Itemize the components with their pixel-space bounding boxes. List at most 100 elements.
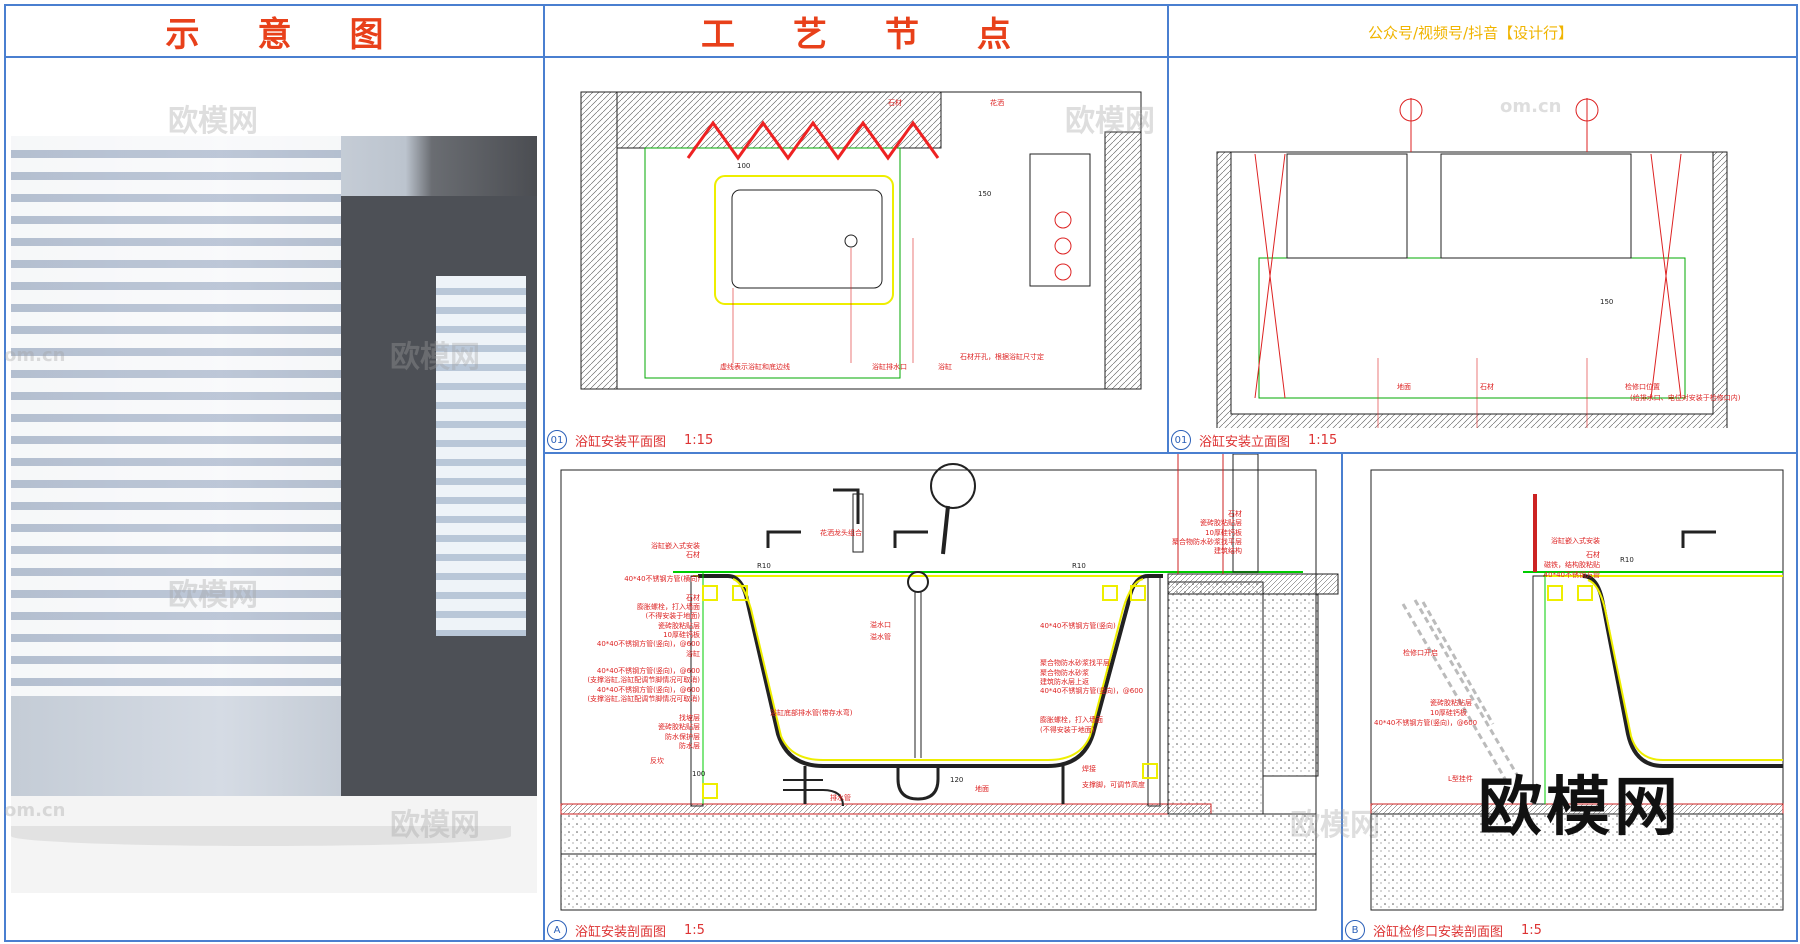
sec-right-3: 聚合物防水砂浆找平层 <box>1172 537 1242 546</box>
caption-access: B 浴缸检修口安装剖面图 1:5 <box>1345 920 1542 940</box>
sec-mid-4: 排水管 <box>830 794 851 802</box>
sec-left-2: 40*40不锈钢方管(横向) <box>624 574 700 583</box>
plan-drain <box>844 234 858 248</box>
watermark-photo-3: 欧模网 <box>168 578 258 613</box>
plan-label-tub: 浴缸 <box>938 363 952 371</box>
elev-label-stone: 石材 <box>1480 383 1494 391</box>
sec-dim-120: 120 <box>950 776 964 784</box>
sec-right-6: 聚合物防水砂浆找平层 <box>1040 659 1110 668</box>
acc-label-7: 40*40不锈钢方管(竖向)，@600 <box>1374 719 1478 727</box>
caption-elevation-scale: 1:15 <box>1308 432 1338 448</box>
caption-access-scale: 1:5 <box>1521 922 1542 938</box>
plan-label-dashed: 虚线表示浴缸和底边线 <box>720 363 790 371</box>
plan-valve-1 <box>1054 211 1072 229</box>
plan-valve-3 <box>1054 263 1072 281</box>
sec-right-9: 40*40不锈钢方管(竖向)，@600 <box>1040 687 1144 696</box>
sec-mid-6: 焊接 <box>1082 765 1096 773</box>
plan-tub-outer <box>714 175 894 305</box>
sec-handle-right <box>893 530 928 548</box>
sec-right-0: 石材 <box>1228 510 1242 518</box>
caption-plan-number: 01 <box>547 430 567 450</box>
sec-overflow-pipe <box>914 592 922 758</box>
sec-right-7: 聚合物防水砂浆 <box>1040 668 1089 677</box>
plan-niche <box>1029 153 1091 287</box>
sec-block-1 <box>702 585 718 601</box>
sec-left-12: 40*40不锈钢方管(竖向)，@600 <box>596 685 700 694</box>
acc-labels-top: 浴缸嵌入式安装 石材 磁铁，结构胶粘贴 40*40不锈钢方管 <box>1420 536 1600 580</box>
sec-left-15: 瓷砖胶粘贴层 <box>658 723 700 732</box>
watermark-photo-4: 欧模网 <box>390 808 480 843</box>
sec-left-17: 防水层 <box>679 742 700 751</box>
sec-drain-trap <box>896 766 940 801</box>
header-process-node: 工艺节点 <box>701 14 1069 55</box>
acc-label-3: 40*40不锈钢方管 <box>1543 571 1600 579</box>
sec-right-labels-2: 40*40不锈钢方管(竖向) 聚合物防水砂浆找平层 聚合物防水砂浆 建筑防水层上… <box>1040 622 1180 735</box>
plan-label-opening: 石材开孔，根据浴缸尺寸定 <box>960 353 1044 361</box>
sec-handle-left <box>766 530 801 548</box>
elev-label-floor: 地面 <box>1397 383 1411 391</box>
acc-block-1 <box>1547 585 1563 601</box>
acc-dim-r10: R10 <box>1620 556 1634 564</box>
sec-right-top <box>1167 573 1339 595</box>
watermark-brand-large: 欧模网 <box>1478 771 1682 845</box>
caption-elevation-number: 01 <box>1171 430 1191 450</box>
elev-label-access: 检修口位置 <box>1625 383 1660 391</box>
sec-left-13: (支撑浴缸,浴缸配调节脚情况可取消) <box>587 694 700 703</box>
plan-label-shower: 花洒 <box>990 99 1004 107</box>
header-social-tag: 公众号/视频号/抖音【设计行】 <box>1368 24 1574 42</box>
caption-plan: 01 浴缸安装平面图 1:15 <box>547 430 713 450</box>
header-schematic: 示意图 <box>165 14 442 55</box>
acc-handle <box>1681 530 1716 548</box>
sec-left-1: 石材 <box>686 551 700 560</box>
caption-section-number: A <box>547 920 567 940</box>
sec-left-7: 10厚硅钙板 <box>663 631 700 640</box>
sec-right-1: 瓷砖胶粘贴层 <box>1200 519 1242 528</box>
acc-label-5: 瓷砖胶粘贴层 <box>1430 699 1472 707</box>
caption-plan-title: 浴缸安装平面图 <box>575 434 667 450</box>
sec-spout <box>833 488 860 524</box>
acc-label-1: 石材 <box>1586 551 1600 559</box>
sec-left-16: 防水保护层 <box>665 732 700 741</box>
sec-dim-r10-right: R10 <box>1072 562 1086 570</box>
sec-floor-slab <box>560 813 1317 855</box>
sec-showerhead <box>930 463 976 509</box>
watermark-photo-1: 欧模网 <box>168 104 258 139</box>
tub-elevation-drawing <box>1216 98 1728 428</box>
sec-mid-0: 花洒龙头组合 <box>820 529 862 537</box>
sec-left-5: (不得安装于地面) <box>645 612 700 621</box>
acc-label-0: 浴缸嵌入式安装 <box>1551 537 1600 545</box>
plan-stone-zone <box>644 147 901 379</box>
sec-left-10: 40*40不锈钢方管(竖向)，@600 <box>596 666 700 675</box>
sec-right-11: (不得安装于地面) <box>1040 725 1095 734</box>
sec-left-labels: 浴缸嵌入式安装 石材 40*40不锈钢方管(横向) 石材 膨胀螺栓，打入墙面 (… <box>560 542 700 751</box>
sec-dim-r10-left: R10 <box>757 562 771 570</box>
sec-mid-7: 支撑脚，可调节高度 <box>1082 781 1145 789</box>
sec-right-8: 建筑防水层上返 <box>1040 677 1089 686</box>
elev-dim: 150 <box>1600 298 1614 306</box>
caption-section-scale: 1:5 <box>684 922 705 938</box>
acc-label-8: L型挂件 <box>1448 775 1473 783</box>
sec-dim-100: 100 <box>692 770 706 778</box>
sec-mid-3: 浴缸底部排水管(带存水弯) <box>770 709 853 717</box>
acc-tub-inner <box>1587 579 1783 761</box>
sec-block-4 <box>1102 585 1118 601</box>
sec-mid-2: 溢水管 <box>870 633 891 641</box>
watermark-elev: om.cn <box>1500 96 1562 117</box>
sec-left-11: (支撑浴缸,浴缸配调节脚情况可取消) <box>587 676 700 685</box>
plan-dim-2: 100 <box>737 162 751 170</box>
bathroom-photo <box>11 136 537 893</box>
plan-right-wall <box>1104 131 1142 390</box>
sec-block-5 <box>702 783 718 799</box>
watermark-small-2: om.cn <box>4 345 66 366</box>
sec-right-2: 10厚硅钙板 <box>1205 528 1242 537</box>
caption-elevation: 01 浴缸安装立面图 1:15 <box>1171 430 1337 450</box>
acc-label-6: 10厚硅钙板 <box>1430 709 1467 717</box>
acc-tub-shell <box>1582 574 1783 768</box>
sec-right-column <box>1262 593 1319 777</box>
elev-label-access-note: (给排水口、电位对安装于检修口内) <box>1630 394 1741 402</box>
sec-left-8: 40*40不锈钢方管(竖向)，@600 <box>596 640 700 649</box>
sec-left-9: 浴缸 <box>686 649 700 658</box>
caption-section: A 浴缸安装剖面图 1:5 <box>547 920 705 940</box>
plan-tub-inner <box>731 189 883 289</box>
acc-label-4: 检修口开启 <box>1403 649 1438 657</box>
